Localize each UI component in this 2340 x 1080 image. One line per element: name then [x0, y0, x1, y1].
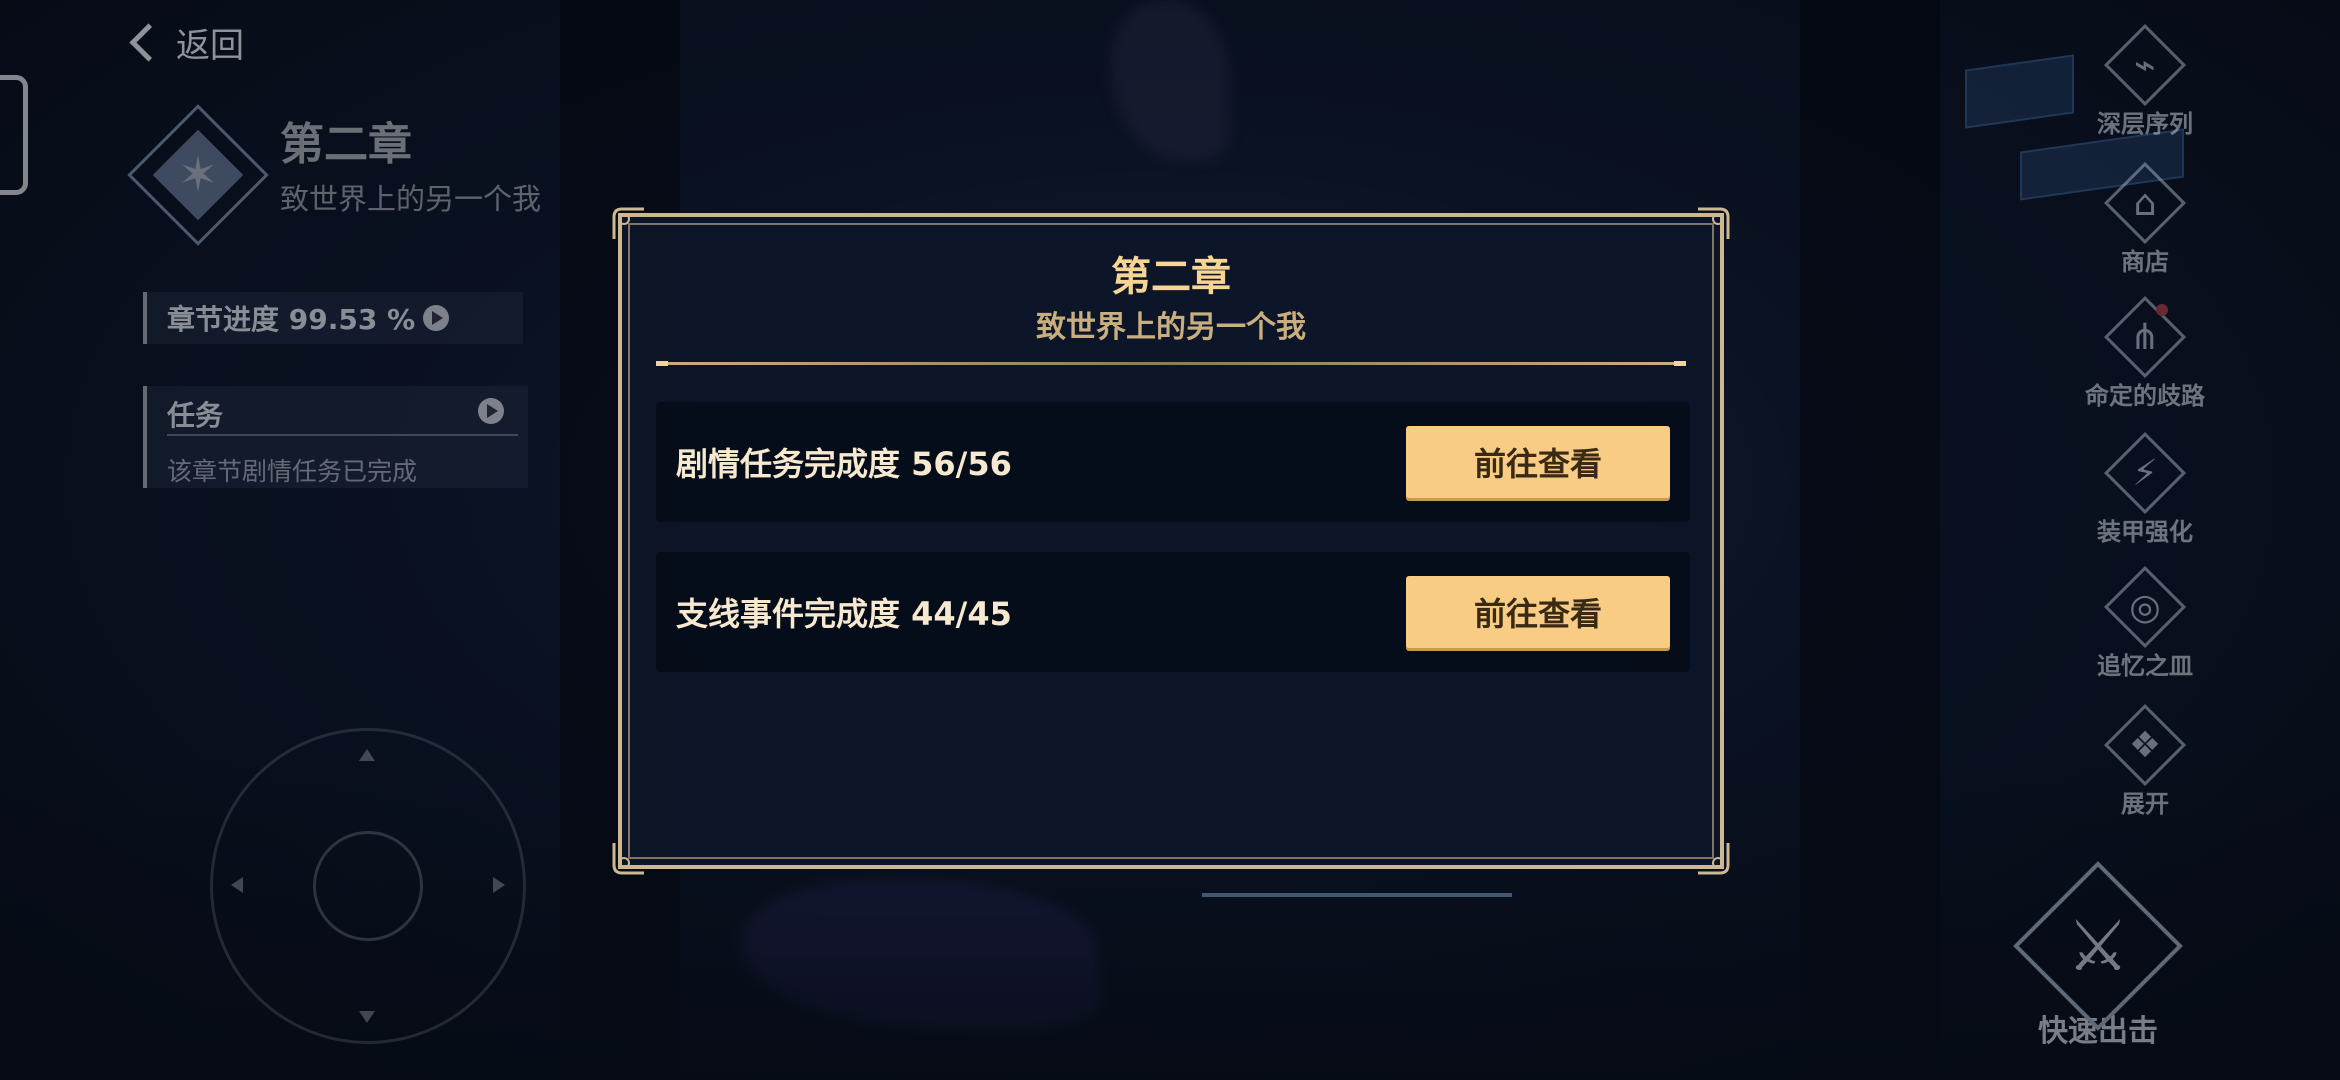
crossed-swords-icon: ⚔: [2008, 856, 2188, 1036]
side-menu-shop[interactable]: ⌂ 商店: [2070, 158, 2220, 277]
side-menu-expand[interactable]: ❖ 展开: [2070, 700, 2220, 819]
arrow-left-icon: [231, 877, 243, 893]
side-event-row: 支线事件完成度 44/45 前往查看: [656, 552, 1690, 672]
deep-sequence-icon: ⌁: [2100, 20, 2190, 110]
task-heading: 任务: [167, 399, 224, 432]
divider: [167, 434, 518, 436]
back-label: 返回: [176, 26, 244, 66]
play-icon: [423, 305, 450, 331]
story-mission-completion: 剧情任务完成度 56/56: [676, 445, 1012, 483]
chapter-progress-label: 章节进度 99.53 %: [167, 303, 416, 336]
chapter-title: 第二章: [280, 119, 412, 170]
expand-icon: ❖: [2100, 700, 2190, 790]
arrow-up-icon: [359, 749, 375, 761]
virtual-joystick[interactable]: [210, 728, 526, 1044]
view-story-missions-button[interactable]: 前往查看: [1406, 426, 1670, 498]
notification-dot: [2156, 304, 2168, 316]
chapter-emblem-icon: ✶: [127, 104, 269, 246]
shop-icon: ⌂: [2100, 158, 2190, 248]
background-light-bar: [1202, 893, 1512, 897]
task-panel[interactable]: 任务 该章节剧情任务已完成: [143, 386, 528, 488]
ornament-corner-icon: [1696, 841, 1730, 875]
ornament-corner-icon: [1696, 207, 1730, 241]
joystick-knob[interactable]: [313, 831, 423, 941]
armor-upgrade-icon: ⚡: [2100, 428, 2190, 518]
left-edge-handle: [0, 75, 28, 195]
chevron-left-icon: [129, 23, 168, 62]
chapter-subtitle: 致世界上的另一个我: [280, 182, 542, 216]
chapter-completion-dialog: 第二章 致世界上的另一个我 剧情任务完成度 56/56 前往查看 支线事件完成度…: [612, 207, 1730, 875]
chapter-progress[interactable]: 章节进度 99.53 %: [143, 292, 523, 344]
task-status: 该章节剧情任务已完成: [167, 457, 418, 486]
view-side-events-button[interactable]: 前往查看: [1406, 576, 1670, 648]
ornament-corner-icon: [612, 841, 646, 875]
divider: [656, 361, 1686, 366]
side-event-completion: 支线事件完成度 44/45: [676, 595, 1012, 633]
quick-sortie-button[interactable]: ⚔ 快速出击: [1998, 856, 2198, 1050]
side-menu-memory-vessel[interactable]: ◎ 追忆之皿: [2070, 562, 2220, 681]
dialog-title: 第二章: [1111, 254, 1231, 300]
play-icon: [478, 398, 504, 424]
ornament-corner-icon: [612, 207, 646, 241]
dialog-subtitle: 致世界上的另一个我: [1036, 310, 1306, 345]
side-menu-fated-crossroads[interactable]: ⋔ 命定的歧路: [2070, 292, 2220, 411]
arrow-down-icon: [359, 1011, 375, 1023]
story-mission-row: 剧情任务完成度 56/56 前往查看: [656, 402, 1690, 522]
side-menu-deep-sequence[interactable]: ⌁ 深层序列: [2070, 20, 2220, 139]
memory-vessel-icon: ◎: [2100, 562, 2190, 652]
fated-crossroads-icon: ⋔: [2100, 292, 2190, 382]
side-menu-armor-upgrade[interactable]: ⚡ 装甲强化: [2070, 428, 2220, 547]
arrow-right-icon: [493, 877, 505, 893]
back-button[interactable]: 返回: [129, 18, 244, 67]
